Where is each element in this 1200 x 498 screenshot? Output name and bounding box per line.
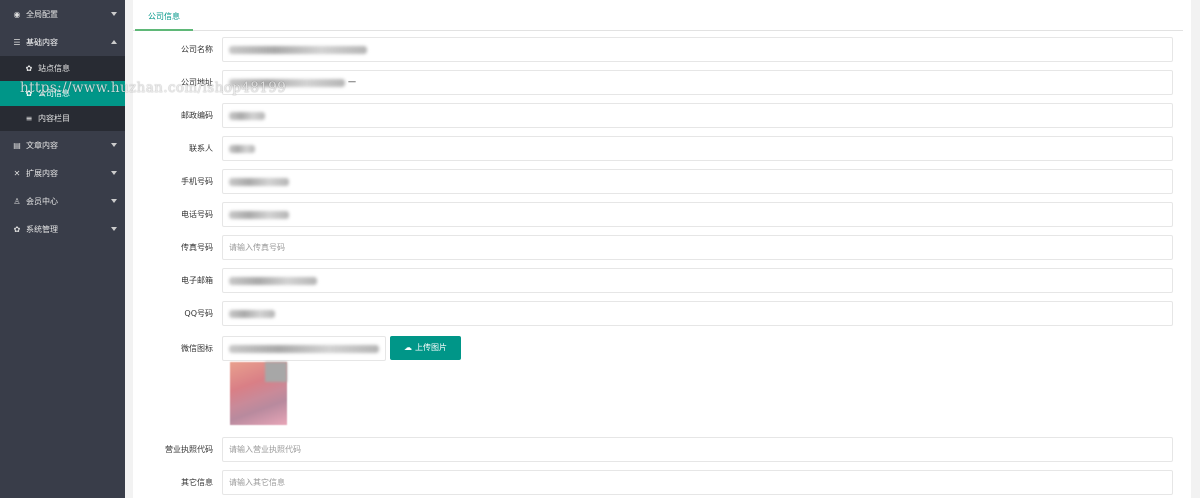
other-info-input[interactable]: 请输入其它信息	[222, 470, 1173, 495]
postal-code-label: 邮政编码	[181, 111, 213, 120]
business-license-label: 营业执照代码	[165, 445, 213, 454]
document-icon: ▤	[13, 140, 21, 150]
form-row-qq: QQ号码	[133, 301, 1183, 326]
phone-label: 电话号码	[181, 210, 213, 219]
nav-item-article-content[interactable]: ▤ 文章内容	[0, 131, 125, 159]
form-row-wechat-icon: 微信图标 ☁ 上传图片	[133, 336, 1183, 361]
redacted-value	[229, 45, 367, 54]
extend-icon: ✕	[13, 168, 21, 178]
nav-item-member-center[interactable]: ♙ 会员中心	[0, 187, 125, 215]
form-row-mobile: 手机号码	[133, 169, 1183, 194]
upload-button-label: 上传图片	[415, 343, 447, 352]
redacted-value	[229, 210, 289, 219]
subnav-item-content-columns[interactable]: ≡ 内容栏目	[0, 106, 125, 131]
form-row-fax: 传真号码 请输入传真号码	[133, 235, 1183, 260]
mobile-label: 手机号码	[181, 177, 213, 186]
contact-input[interactable]	[222, 136, 1173, 161]
redacted-value	[229, 111, 265, 120]
email-label: 电子邮箱	[181, 276, 213, 285]
gear-icon: ✿	[25, 64, 33, 73]
globe-icon: ◉	[13, 9, 21, 19]
chevron-down-icon	[111, 199, 117, 203]
cloud-upload-icon: ☁	[404, 343, 412, 352]
wechat-icon-path-input[interactable]	[222, 336, 386, 361]
company-name-label: 公司名称	[181, 45, 213, 54]
business-license-input[interactable]: 请输入营业执照代码	[222, 437, 1173, 462]
user-icon: ♙	[13, 196, 21, 206]
nav-item-basic-content[interactable]: ☰ 基础内容	[0, 28, 125, 56]
chevron-down-icon	[111, 227, 117, 231]
form-row-company-address: 公司地址 一	[133, 70, 1183, 95]
subnav-item-label: 内容栏目	[38, 114, 70, 123]
form-row-other-info: 其它信息 请输入其它信息	[133, 470, 1183, 495]
upload-image-button[interactable]: ☁ 上传图片	[390, 336, 461, 360]
redacted-value	[229, 144, 255, 153]
form-row-phone: 电话号码	[133, 202, 1183, 227]
nav-item-global-config[interactable]: ◉ 全局配置	[0, 0, 125, 28]
form-row-contact: 联系人	[133, 136, 1183, 161]
nav-item-label: 系统管理	[26, 224, 58, 234]
qq-label: QQ号码	[184, 309, 213, 318]
tab-company-info[interactable]: 公司信息	[135, 0, 193, 31]
subnav-item-label: 站点信息	[38, 64, 70, 73]
nav-item-system-management[interactable]: ✿ 系统管理	[0, 215, 125, 243]
chevron-down-icon	[111, 171, 117, 175]
nav-item-label: 会员中心	[26, 196, 58, 206]
list-icon: ≡	[25, 114, 33, 123]
nav-item-label: 全局配置	[26, 9, 58, 19]
mobile-input[interactable]	[222, 169, 1173, 194]
fax-input[interactable]: 请输入传真号码	[222, 235, 1173, 260]
tab-bar: 公司信息	[133, 0, 1183, 31]
company-address-input[interactable]: 一	[222, 70, 1173, 95]
wechat-icon-preview-image	[230, 362, 287, 425]
chevron-up-icon	[111, 40, 117, 44]
nav-item-label: 扩展内容	[26, 168, 58, 178]
redacted-value	[229, 309, 275, 318]
wechat-icon-label: 微信图标	[181, 344, 213, 353]
nav-item-extended-content[interactable]: ✕ 扩展内容	[0, 159, 125, 187]
contact-label: 联系人	[189, 144, 213, 153]
gear-icon: ✿	[13, 224, 21, 234]
main-content: 公司信息 公司名称 公司地址 一 邮政编码 联系人 手机号码 电话号码 传真号码	[125, 0, 1200, 498]
email-input[interactable]	[222, 268, 1173, 293]
nav-item-label: 基础内容	[26, 37, 58, 47]
subnav-item-site-info[interactable]: ✿ 站点信息	[0, 56, 125, 81]
form-row-business-license: 营业执照代码 请输入营业执照代码	[133, 437, 1183, 462]
redacted-value	[229, 276, 317, 285]
form-panel: 公司信息 公司名称 公司地址 一 邮政编码 联系人 手机号码 电话号码 传真号码	[133, 0, 1191, 498]
watermark-text: https://www.huzhan.com/ishop48199	[20, 80, 287, 96]
address-visible-fragment: 一	[348, 78, 356, 87]
fax-label: 传真号码	[181, 243, 213, 252]
qq-input[interactable]	[222, 301, 1173, 326]
sliders-icon: ☰	[13, 37, 21, 47]
form-row-email: 电子邮箱	[133, 268, 1183, 293]
redacted-value	[229, 177, 289, 186]
form-row-company-name: 公司名称	[133, 37, 1183, 62]
company-name-input[interactable]	[222, 37, 1173, 62]
phone-input[interactable]	[222, 202, 1173, 227]
chevron-down-icon	[111, 12, 117, 16]
other-info-label: 其它信息	[181, 478, 213, 487]
form-row-postal-code: 邮政编码	[133, 103, 1183, 128]
chevron-down-icon	[111, 143, 117, 147]
sidebar: ◉ 全局配置 ☰ 基础内容 ✿ 站点信息 ✿ 公司信息 ≡ 内容栏目 ▤ 文章内…	[0, 0, 125, 498]
redacted-value	[229, 344, 379, 353]
nav-item-label: 文章内容	[26, 140, 58, 150]
postal-code-input[interactable]	[222, 103, 1173, 128]
